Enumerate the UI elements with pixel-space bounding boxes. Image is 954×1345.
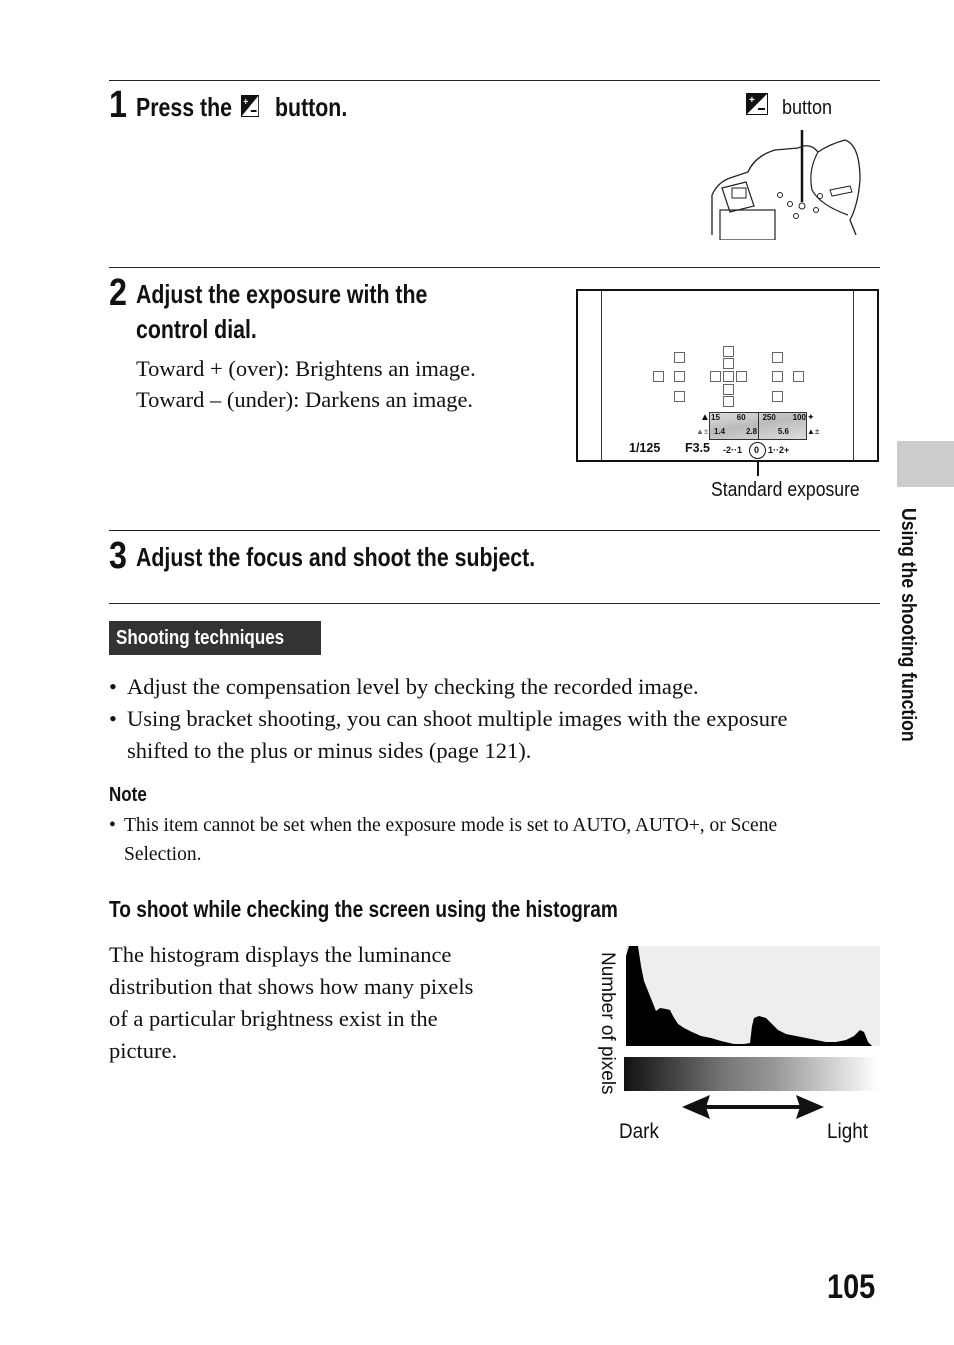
scale-value: 60	[736, 413, 746, 422]
af-point	[710, 371, 721, 382]
shooting-techniques-tab: Shooting techniques	[109, 621, 321, 655]
histogram-body-line: picture.	[109, 1038, 178, 1063]
scale-value: 1.4	[714, 427, 726, 436]
note-title: Note	[109, 784, 147, 806]
scale-value: 2.8	[745, 427, 758, 436]
frame-line	[853, 291, 854, 460]
exposure-compensation-icon: +	[746, 93, 768, 115]
step-heading: Press the + button.	[136, 90, 347, 125]
shutter-speed: 1/125	[629, 441, 661, 455]
y-axis-label: Number of pixels	[597, 952, 618, 1095]
camera-illustration	[711, 130, 861, 240]
histogram-plot	[626, 946, 880, 1046]
af-point	[723, 346, 734, 357]
bullet-text: Adjust the compensation level by checkin…	[127, 674, 699, 699]
af-point	[723, 371, 734, 382]
step-number: 2	[109, 272, 127, 314]
af-point	[736, 371, 747, 382]
scale-value: 250	[762, 413, 776, 422]
af-point	[723, 384, 734, 395]
viewfinder-display: 15 60 250 100 1.4 2.8 5.6 ▲ ✦ ▲± ▲± 1/12…	[576, 289, 879, 462]
bullet-text: shifted to the plus or minus sides (page…	[127, 738, 532, 763]
exposure-compensation-icon: +	[241, 95, 260, 117]
af-point	[653, 371, 664, 382]
tab-label: Shooting techniques	[116, 627, 285, 649]
portrait-icon: ▲	[700, 412, 710, 423]
af-point	[723, 396, 734, 407]
note-item: • This item cannot be set when the expos…	[109, 811, 777, 840]
note-text: This item cannot be set when the exposur…	[124, 815, 778, 836]
callout-line	[757, 462, 759, 476]
section-divider	[109, 603, 880, 604]
step-number: 1	[109, 84, 127, 126]
side-tab-marker	[897, 441, 954, 487]
camera-figure-label: + button	[746, 93, 837, 121]
step-heading: Adjust the exposure with the	[136, 279, 428, 309]
aperture-scale: 1.4 2.8 5.6	[714, 427, 789, 436]
af-point	[674, 391, 685, 402]
histogram-body-line: of a particular brightness exist in the	[109, 1006, 438, 1031]
step-number: 3	[109, 535, 127, 577]
step-body-line: Toward – (under): Darkens an image.	[136, 387, 474, 412]
landscape-icon: ▲±	[696, 427, 709, 436]
section-divider	[109, 530, 880, 531]
note-text-continuation: Selection.	[124, 844, 202, 865]
af-point	[772, 352, 783, 363]
ev-scale-left: -2··1	[723, 445, 743, 455]
button-label: button	[781, 97, 832, 119]
brightness-gradient-bar	[624, 1057, 878, 1091]
step-body-line: Toward + (over): Brightens an image.	[136, 356, 476, 381]
standard-exposure-caption: Standard exposure	[711, 479, 860, 501]
step-heading: Adjust the focus and shoot the subject.	[136, 542, 536, 572]
section-divider	[109, 80, 880, 81]
ev-scale-right: 1··2+	[768, 445, 790, 455]
side-tab-label: Using the shooting function	[897, 508, 919, 742]
exposure-scale: 15 60 250 100 1.4 2.8 5.6	[709, 412, 807, 440]
step-heading-text: Press the	[136, 92, 233, 122]
sports-icon: ✦	[807, 412, 815, 422]
af-point	[674, 371, 685, 382]
histogram-body-line: distribution that shows how many pixels	[109, 974, 474, 999]
step-heading: control dial.	[136, 314, 257, 344]
svg-text:+: +	[749, 95, 755, 106]
scale-value: 15	[711, 413, 720, 422]
dark-label: Dark	[619, 1120, 659, 1143]
aperture-value: F3.5	[685, 441, 711, 455]
double-arrow-icon	[682, 1095, 824, 1119]
af-point	[793, 371, 804, 382]
landscape-plus-icon: ▲±	[807, 427, 820, 436]
step-heading-text: button.	[275, 92, 348, 122]
af-point	[723, 358, 734, 369]
af-point	[772, 391, 783, 402]
shutter-scale: 15 60 250 100	[711, 413, 806, 422]
histogram-heading: To shoot while checking the screen using…	[109, 896, 618, 922]
frame-line	[601, 291, 602, 460]
scale-value: 100	[792, 413, 806, 422]
svg-text:+: +	[244, 96, 249, 107]
af-point	[772, 371, 783, 382]
af-point	[674, 352, 685, 363]
section-divider	[109, 267, 880, 268]
histogram-body-line: The histogram displays the luminance	[109, 942, 452, 967]
scale-value: 5.6	[777, 427, 789, 436]
ev-zero: 0	[754, 445, 760, 455]
page-number: 105	[827, 1268, 876, 1306]
bullet-text: Using bracket shooting, you can shoot mu…	[127, 706, 788, 731]
light-label: Light	[827, 1120, 868, 1143]
